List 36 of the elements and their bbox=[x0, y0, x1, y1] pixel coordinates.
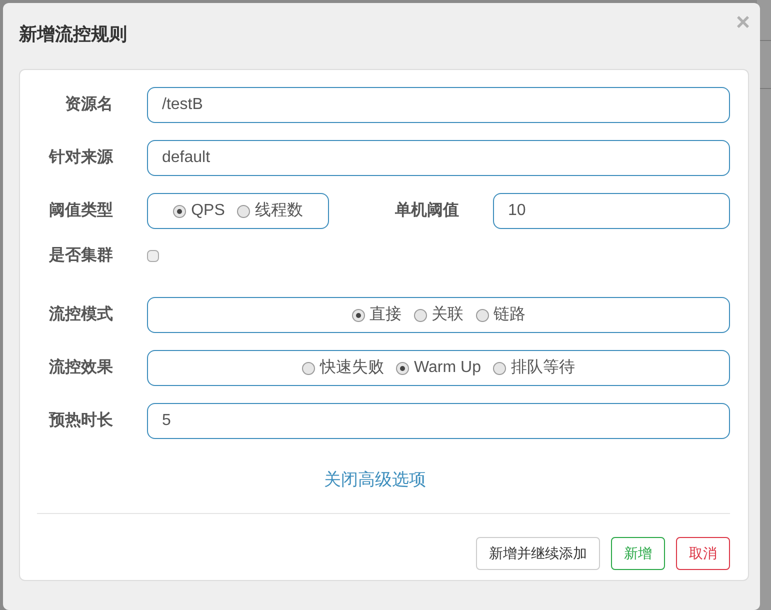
radio-option[interactable]: 排队等待 bbox=[492, 356, 575, 380]
radio-icon[interactable] bbox=[396, 362, 410, 374]
action-button[interactable]: 取消 bbox=[676, 536, 730, 570]
field-label: 是否集群 bbox=[48, 246, 113, 266]
field-label: 单机阈值 bbox=[394, 200, 459, 221]
action-button[interactable]: 新增并继续添加 bbox=[476, 536, 600, 570]
radio-icon[interactable] bbox=[173, 204, 186, 218]
field-label: 阈值类型 bbox=[48, 200, 113, 221]
text-field[interactable]: default bbox=[147, 140, 730, 176]
radio-icon[interactable] bbox=[476, 308, 488, 322]
radio-option[interactable]: 直接 bbox=[352, 303, 402, 327]
close-advanced-link[interactable]: 关闭高级选项 bbox=[324, 467, 426, 492]
field-label: 流控模式 bbox=[48, 304, 113, 325]
field-label: 针对来源 bbox=[48, 148, 113, 168]
checkbox[interactable] bbox=[147, 250, 159, 262]
text-field[interactable]: 10 bbox=[493, 193, 730, 229]
text-field[interactable]: 5 bbox=[147, 403, 730, 439]
radio-option[interactable]: 关联 bbox=[414, 303, 464, 327]
radio-option[interactable]: 链路 bbox=[476, 303, 526, 327]
radio-icon[interactable] bbox=[414, 308, 426, 322]
radio-icon[interactable] bbox=[352, 308, 364, 322]
radio-option[interactable]: QPS bbox=[173, 199, 225, 223]
text-field[interactable]: /testB bbox=[147, 87, 730, 123]
radio-option[interactable]: 快速失败 bbox=[302, 356, 384, 380]
field-label: 资源名 bbox=[64, 94, 113, 115]
radio-group[interactable]: 直接 关联 链路 bbox=[147, 297, 730, 333]
field-label: 预热时长 bbox=[48, 410, 113, 431]
radio-icon[interactable] bbox=[302, 362, 316, 374]
dialog-title: 新增流控规则 bbox=[19, 23, 127, 46]
radio-option[interactable]: Warm Up bbox=[396, 356, 481, 380]
radio-group[interactable]: 快速失败 Warm Up 排队等待 bbox=[147, 350, 730, 386]
radio-group[interactable]: QPS 线程数 bbox=[147, 193, 329, 229]
radio-option[interactable]: 线程数 bbox=[236, 199, 303, 223]
field-label: 流控效果 bbox=[48, 357, 113, 378]
radio-icon[interactable] bbox=[492, 362, 506, 374]
radio-icon[interactable] bbox=[236, 204, 250, 218]
